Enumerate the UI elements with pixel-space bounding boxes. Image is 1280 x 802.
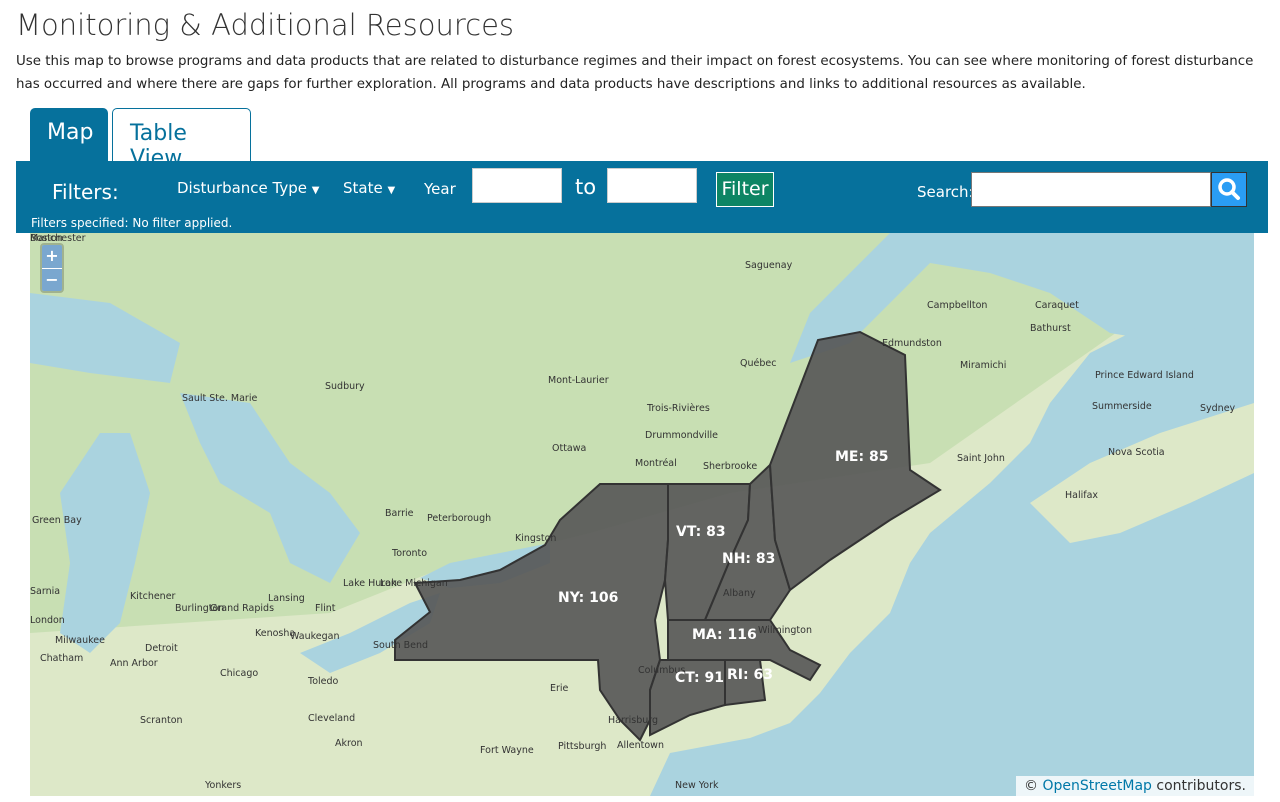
map-place-label: Sarnia xyxy=(30,586,61,597)
search-input[interactable] xyxy=(971,172,1211,207)
zoom-control: + − xyxy=(40,243,64,293)
disturbance-type-label: Disturbance Type xyxy=(177,179,308,197)
map-place-label: Peterborough xyxy=(427,513,492,524)
state-label-ny[interactable]: NY: 106 xyxy=(558,590,618,606)
page-description: Use this map to browse programs and data… xyxy=(16,54,1254,92)
state-label-ri[interactable]: RI: 63 xyxy=(727,667,773,683)
map-place-label: Sydney xyxy=(1200,403,1236,414)
map-place-label: South Bend xyxy=(373,640,429,651)
map-place-label: Grand Rapids xyxy=(210,603,275,614)
map-place-label: Chatham xyxy=(40,653,84,664)
map-place-label: New York xyxy=(675,780,719,791)
map-place-label: Saguenay xyxy=(745,260,793,271)
map-place-label: Barrie xyxy=(385,508,414,519)
copyright-symbol: © xyxy=(1024,778,1039,794)
nova-scotia xyxy=(1030,403,1254,543)
map-place-label: Québec xyxy=(740,358,777,369)
state-label: State xyxy=(343,179,383,197)
map-place-label: Sherbrooke xyxy=(703,461,758,472)
map-place-label: Campbellton xyxy=(927,300,988,311)
map-place-label: Toledo xyxy=(308,676,339,687)
page-title: Monitoring & Additional Resources xyxy=(16,8,515,42)
search-label: Search: xyxy=(917,183,974,201)
map-place-label: Saint John xyxy=(957,453,1005,464)
caret-down-icon: ▼ xyxy=(387,185,396,196)
map-place-label: Cleveland xyxy=(308,713,356,724)
attribution-suffix: contributors. xyxy=(1151,778,1246,794)
filters-label: Filters: xyxy=(52,180,119,204)
state-label-vt[interactable]: VT: 83 xyxy=(676,524,726,540)
map-place-label: Detroit xyxy=(145,643,178,654)
map-place-label: Toronto xyxy=(392,548,428,559)
to-label: to xyxy=(575,175,597,199)
state-label-nh[interactable]: NH: 83 xyxy=(722,551,775,567)
map-place-label: Akron xyxy=(335,738,363,749)
year-from-input[interactable] xyxy=(472,168,562,203)
filter-button[interactable]: Filter xyxy=(716,172,774,207)
state-dropdown[interactable]: State ▼ xyxy=(343,179,395,197)
state-label-me[interactable]: ME: 85 xyxy=(835,449,888,465)
map-place-label: Lansing xyxy=(268,593,305,604)
map-place-label: Yonkers xyxy=(205,780,242,791)
map-place-label: Kitchener xyxy=(130,591,176,602)
map-place-label: Chicago xyxy=(220,668,259,679)
map-place-label: Ottawa xyxy=(552,443,587,454)
state-label-ct[interactable]: CT: 91 xyxy=(675,670,724,686)
map-tiles xyxy=(30,233,1254,796)
map-place-label: Milwaukee xyxy=(55,635,105,646)
search-button[interactable] xyxy=(1211,172,1247,207)
zoom-out-button[interactable]: − xyxy=(42,268,62,291)
map-place-label: Halifax xyxy=(1065,490,1099,501)
tab-table-view[interactable]: Table View xyxy=(112,108,251,171)
map-place-label: Harrisburg xyxy=(608,715,659,726)
search-icon xyxy=(1218,178,1240,200)
year-label: Year xyxy=(424,180,456,198)
map-place-label: Kingston xyxy=(515,533,557,544)
map-place-label: Edmundston xyxy=(882,338,942,349)
map-attribution: © OpenStreetMap contributors. xyxy=(1016,776,1254,796)
caret-down-icon: ▼ xyxy=(311,185,320,196)
map-place-label: Lake Michigan xyxy=(380,578,448,589)
map-place-label: Sault Ste. Marie xyxy=(182,393,258,404)
map-place-label: Caraquet xyxy=(1035,300,1079,311)
map-place-label: Miramichi xyxy=(960,360,1007,371)
filter-status: Filters specified: No filter applied. xyxy=(31,216,233,230)
map-place-label: Erie xyxy=(550,683,569,694)
map-place-label: Flint xyxy=(315,603,336,614)
map-place-label: Drummondville xyxy=(645,430,718,441)
map-place-label: Summerside xyxy=(1092,401,1152,412)
map-place-label: Fort Wayne xyxy=(480,745,534,756)
map-place-label: Waukegan xyxy=(290,631,340,642)
filter-bar: Filters: Disturbance Type ▼ State ▼ Year… xyxy=(16,161,1268,233)
map-place-label: Montréal xyxy=(635,458,677,469)
map-place-label: Green Bay xyxy=(32,515,82,526)
openstreetmap-link[interactable]: OpenStreetMap xyxy=(1042,778,1151,794)
map-place-label: Albany xyxy=(723,588,756,599)
map-place-label: Ann Arbor xyxy=(110,658,158,669)
map-place-label: Prince Edward Island xyxy=(1095,370,1194,381)
map-place-label: Wilmington xyxy=(758,625,812,636)
map-place-label: Sudbury xyxy=(325,381,365,392)
map-place-label: Mont-Laurier xyxy=(548,375,609,386)
tab-map[interactable]: Map xyxy=(30,108,108,161)
map-place-label: Bathurst xyxy=(1030,323,1071,334)
map-place-label: Trois-Rivières xyxy=(647,403,710,414)
map-place-label: Pittsburgh xyxy=(558,741,607,752)
map[interactable]: Saguenay Campbellton Caraquet Bathurst Edmun… xyxy=(30,233,1254,796)
map-place-label: Allentown xyxy=(617,740,664,751)
map-place-label: London xyxy=(30,615,65,626)
zoom-in-button[interactable]: + xyxy=(42,245,62,268)
disturbance-type-dropdown[interactable]: Disturbance Type ▼ xyxy=(177,179,320,197)
map-place-label: Scranton xyxy=(140,715,183,726)
map-place-label: Nova Scotia xyxy=(1108,447,1165,458)
state-label-ma[interactable]: MA: 116 xyxy=(692,627,757,643)
year-to-input[interactable] xyxy=(607,168,697,203)
